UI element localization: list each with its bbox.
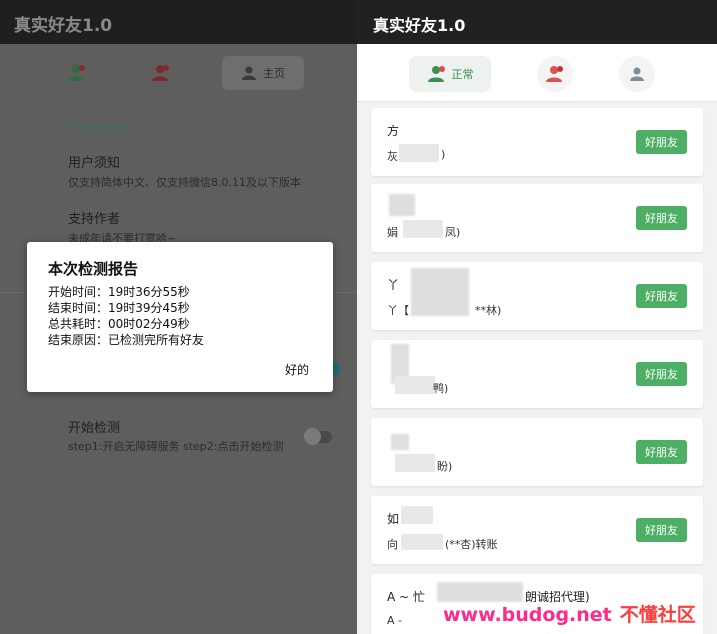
friend-card: 鸭) 好朋友 [371,340,703,408]
redacted-area [395,376,435,394]
friend-card: 方 灰 ) 好朋友 [371,108,703,176]
friend-remark-end: 凤) [445,226,461,239]
friend-card: 娟 凤) 好朋友 [371,184,703,252]
redacted-area [401,506,433,524]
good-friend-badge: 好朋友 [636,440,687,464]
app-title: 真实好友1.0 [14,16,113,36]
tab-abnormal[interactable] [144,56,178,90]
dialog-ok-button[interactable]: 好的 [285,361,309,378]
friend-name: 如 [387,512,400,526]
start-detect-item[interactable]: 开始检测 step1:开启无障碍服务 step2:点击开始检测 [68,417,293,454]
section-title: Messages [68,120,127,134]
tab-bar: 正常 [357,44,717,102]
item-subtitle: step1:开启无障碍服务 step2:点击开始检测 [68,440,284,453]
friend-name: 方 [387,124,400,138]
friend-remark: 向 [387,538,398,551]
report-start-time: 开始时间：19时36分55秒 [48,285,190,299]
redacted-area [403,220,443,238]
redacted-area [411,268,469,316]
report-end-reason: 结束原因：已检测完所有好友 [48,333,205,347]
toggle-knob [304,428,321,445]
friend-name: 丫 [387,278,400,292]
report-end-time: 结束时间：19时39分45秒 [48,301,190,315]
tab-normal[interactable]: 正常 [409,56,491,92]
redacted-area [399,144,439,162]
redacted-area [391,434,409,450]
good-friend-badge: 好朋友 [636,518,687,542]
app-title: 真实好友1.0 [373,16,466,35]
tab-bar: 主页 [0,44,357,104]
good-friend-badge: 好朋友 [636,130,687,154]
redacted-area [395,454,435,472]
redacted-area [437,582,523,602]
friend-remark-end: 鸭) [433,382,449,395]
redacted-area [389,194,415,216]
watermark-site: www.budog.net [443,604,612,626]
friend-remark: 丫【 [387,304,409,317]
user-notice-item[interactable]: 用户须知 仅支持简体中文、仅支持微信8.0.11及以下版本 [68,152,301,190]
friend-card: 如 向 (**杏)转账 好朋友 [371,496,703,564]
report-dialog: 本次检测报告 开始时间：19时36分55秒 结束时间：19时39分45秒 总共耗… [27,242,333,392]
good-friend-badge: 好朋友 [636,206,687,230]
friend-remark-end: ) [441,148,446,161]
app-bar: 真实好友1.0 [0,0,357,44]
user-alert-icon [546,66,563,82]
support-author-item[interactable]: 支持作者 未成年请不要打赏哈~ [68,208,176,246]
friend-name: A ~ 忙 [387,590,425,604]
tab-home-label: 主页 [263,67,285,80]
item-subtitle: 仅支持简体中文、仅支持微信8.0.11及以下版本 [68,176,301,189]
friend-remark: 灰 [387,150,398,163]
app-bar: 真实好友1.0 [357,0,717,44]
tab-normal-label: 正常 [451,68,474,81]
friend-remark: 娟 [387,226,398,239]
friend-remark-end: **林) [475,304,502,317]
tab-abnormal[interactable] [537,56,573,92]
dialog-title: 本次检测报告 [48,260,139,278]
good-friend-badge: 好朋友 [636,284,687,308]
tab-normal[interactable] [60,56,94,90]
watermark-name: 不懂社区 [619,604,696,626]
good-friend-badge: 好朋友 [636,362,687,386]
friend-card: 丫 丫【 **林) 好朋友 [371,262,703,330]
redacted-area [401,534,443,550]
item-heading: 用户须知 [68,156,121,171]
friend-remark-end: 盼) [437,460,453,473]
site-watermark: www.budog.net 不懂社区 [443,600,696,627]
tab-home[interactable] [619,56,655,92]
report-duration: 总共耗时：00时02分49秒 [48,317,190,331]
user-alert-icon [152,65,169,81]
item-heading: 开始检测 [68,421,121,436]
user-ok-icon [427,66,445,82]
friend-remark-end: (**杏)转账 [445,538,498,551]
friend-remark: A - [387,614,402,627]
dialog-body: 开始时间：19时36分55秒 结束时间：19时39分45秒 总共耗时：00时02… [48,284,204,348]
user-icon [242,66,256,80]
friend-card: 盼) 好朋友 [371,418,703,486]
user-icon [630,67,644,81]
right-screen: 真实好友1.0 正常 方 灰 ) 好朋友 娟 凤) 好朋友 丫 丫【 **林) … [357,0,717,634]
left-screen: 真实好友1.0 主页 Messages 用户须知 仅支持简体中文、仅支持微信8.… [0,0,357,634]
item-heading: 支持作者 [68,212,121,227]
tab-home[interactable]: 主页 [222,56,304,90]
user-ok-icon [68,65,85,81]
start-detect-toggle[interactable] [304,428,332,445]
